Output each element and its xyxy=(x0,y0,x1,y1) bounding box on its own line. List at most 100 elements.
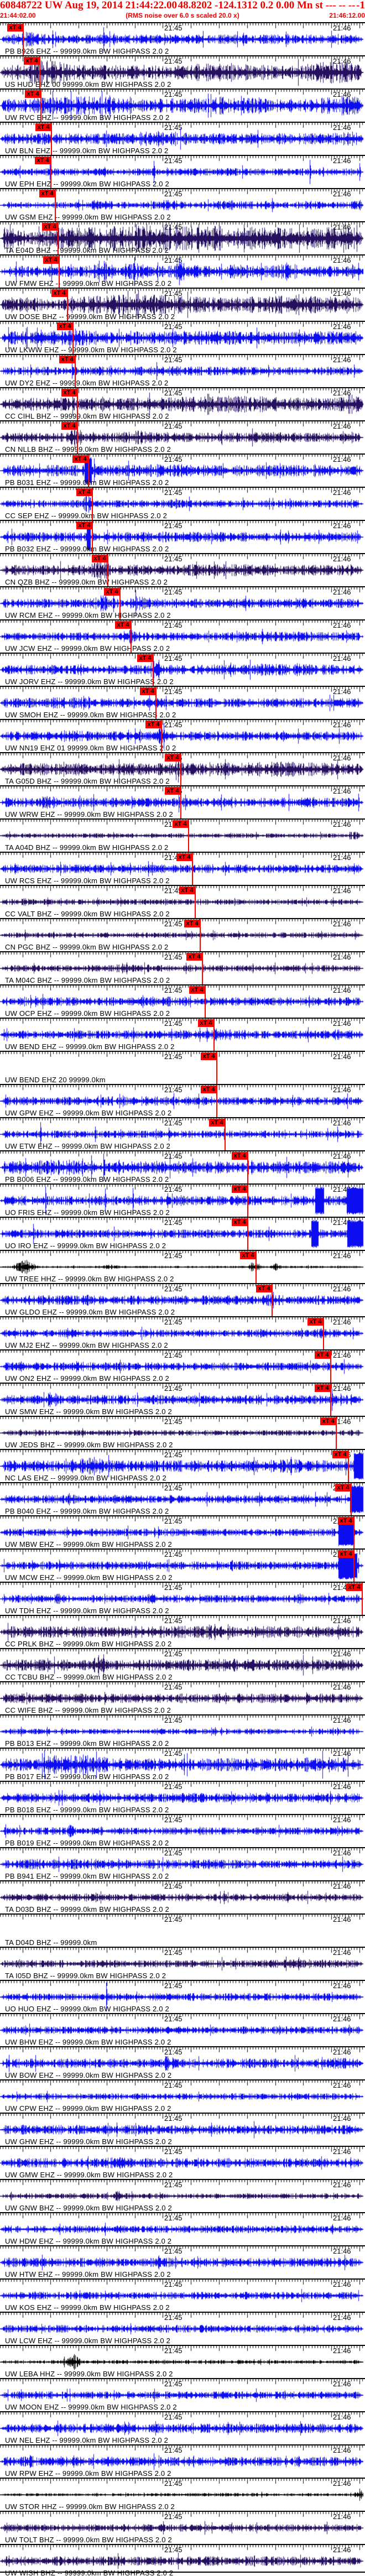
trace-station-label: TA E04D BHZ -- 99999.0km BW HIGHPASS 2.0… xyxy=(5,246,169,254)
pick-flag-badge[interactable]: xT 4 xyxy=(137,654,153,662)
pick-flag-badge[interactable]: xT 4 xyxy=(307,1318,324,1326)
pick-flag-badge[interactable]: xT 4 xyxy=(43,256,59,264)
pick-flag-badge[interactable]: xT 4 xyxy=(165,754,181,762)
pick-flag-badge[interactable]: xT 4 xyxy=(201,1052,217,1060)
trace-station-label: UW LKWW EHZ -- 99999.0km BW HIGHPASS 2.0… xyxy=(5,346,177,354)
trace-station-label: CN NLLB BHZ -- 99999.0km BW HIGHPASS 2.0… xyxy=(5,445,171,453)
trace-station-label: CC WIFE BHZ -- 99999.0km BW HIGHPASS 2.0… xyxy=(5,1706,171,1714)
trace-row: 21:4521:46PB B926 EHZ -- 99999.0km BW HI… xyxy=(0,22,365,55)
pick-flag-badge[interactable]: xT 4 xyxy=(256,1285,272,1292)
trace-station-label: UO IRO EHZ -- 99999.0km BW HIGHPASS 2.0 … xyxy=(5,1242,166,1250)
trace-station-label: UW TREE HHZ -- 99999.0km BW HIGHPASS 2.0… xyxy=(5,1275,174,1283)
pick-flag-badge[interactable]: xT 4 xyxy=(209,1119,225,1127)
trace-row: 21:4521:46UW RPW EHZ -- 99999.0km BW HIG… xyxy=(0,2444,365,2478)
pick-flag-badge[interactable]: xT 4 xyxy=(232,1185,248,1193)
trace-row: 21:4521:46PB B031 EHZ -- 99999.0km BW HI… xyxy=(0,453,365,487)
trace-row: 21:4521:46TA G05D BHZ -- 99999.0km BW HI… xyxy=(0,752,365,785)
trace-station-label: PB B031 EHZ -- 99999.0km BW HIGHPASS 2.0… xyxy=(5,478,169,487)
trace-row: 21:4521:46UW GSM EHZ -- 99999.0km BW HIG… xyxy=(0,188,365,221)
pick-flag-badge[interactable]: xT 4 xyxy=(59,356,75,363)
pick-flag-badge[interactable]: xT 4 xyxy=(145,721,161,728)
pick-flag-badge[interactable]: xT 4 xyxy=(176,853,192,861)
trace-station-label: TA A04D BHZ -- 99999.0km BW HIGHPASS 2.0… xyxy=(5,843,169,852)
pick-flag-badge[interactable]: xT 4 xyxy=(115,621,131,629)
pick-flag-badge[interactable]: xT 4 xyxy=(42,223,58,231)
trace-station-label: UW STOR HHZ -- 99999.0km BW HIGHPASS 2.0… xyxy=(5,2502,175,2511)
pick-flag-badge[interactable]: xT 4 xyxy=(184,920,200,927)
trace-row: 21:4521:46UW TOLT BHZ -- 99999.0km BW HI… xyxy=(0,2511,365,2544)
trace-station-label: UW LCW EHZ -- 99999.0km BW HIGHPASS 2.0 … xyxy=(5,2337,171,2345)
pick-flag-badge[interactable]: xT 4 xyxy=(198,1019,214,1027)
trace-row: 21:4521:46UW MJ2 EHZ -- 99999.0km BW HIG… xyxy=(0,1316,365,1349)
event-flag: -1 xyxy=(356,0,365,11)
pick-flag-badge[interactable]: xT 4 xyxy=(335,1484,351,1492)
pick-flag-badge[interactable]: xT 4 xyxy=(201,1086,217,1093)
pick-flag-badge[interactable]: xT 4 xyxy=(338,1550,354,1558)
pick-flag-badge[interactable]: xT 4 xyxy=(140,687,156,695)
trace-station-label: UW BOW EHZ -- 99999.0km BW HIGHPASS 2.0 … xyxy=(5,2071,172,2079)
trace-row: 21:4521:46UW ETW EHZ -- 99999.0km BW HIG… xyxy=(0,1117,365,1150)
trace-station-label: TA G05D BHZ -- 99999.0km BW HIGHPASS 2.0… xyxy=(5,777,170,785)
pick-flag-badge[interactable]: xT 4 xyxy=(72,455,88,463)
trace-row: 21:4521:46CC WIFE BHZ -- 99999.0km BW HI… xyxy=(0,1681,365,1714)
pick-flag-badge[interactable]: xT 4 xyxy=(232,1218,248,1226)
trace-row: 21:4521:46UO FRIS EHZ -- 99999.0km BW HI… xyxy=(0,1183,365,1217)
trace-row: 21:4521:46CC VALT BHZ -- 99999.0km BW HI… xyxy=(0,885,365,918)
trace-station-label: PB B019 EHZ -- 99999.0km BW HIGHPASS 2.0… xyxy=(5,1839,169,1847)
pick-flag-badge[interactable]: xT 4 xyxy=(25,90,41,98)
trace-row: 21:4521:46UW KOS EHZ -- 99999.0km BW HIG… xyxy=(0,2278,365,2312)
pick-flag-badge[interactable]: xT 4 xyxy=(104,588,120,596)
pick-flag-badge[interactable]: xT 4 xyxy=(179,887,195,894)
pick-flag-badge[interactable]: xT 4 xyxy=(338,1517,354,1525)
pick-flag-badge[interactable]: xT 4 xyxy=(76,488,92,496)
trace-row: 21:4521:46UW STOR HHZ -- 99999.0km BW HI… xyxy=(0,2478,365,2511)
pick-flag-badge[interactable]: xT 4 xyxy=(232,1152,248,1160)
pick-flag-badge[interactable]: xT 4 xyxy=(24,57,40,65)
trace-station-label: PB B040 EHZ -- 99999.0km BW HIGHPASS 2.0… xyxy=(5,1507,169,1515)
pick-flag-badge[interactable]: xT 4 xyxy=(332,1451,348,1458)
trace-row: 21:4521:46TA M04C BHZ -- 99999.0km BW HI… xyxy=(0,951,365,984)
pick-flag-badge[interactable]: xT 4 xyxy=(315,1351,331,1359)
pick-flag-badge[interactable]: xT 4 xyxy=(35,157,51,164)
trace-row: 21:4521:46UW RVC EHZ -- 99999.0km BW HIG… xyxy=(0,88,365,122)
pick-flag-badge[interactable]: xT 4 xyxy=(51,289,67,297)
trace-station-label: UW MBW EHZ -- 99999.0km BW HIGHPASS 2.0 … xyxy=(5,1540,172,1548)
pick-flag-badge[interactable]: xT 4 xyxy=(39,190,55,197)
trace-station-label: UW HTW EHZ -- 99999.0km BW HIGHPASS 2.0 … xyxy=(5,2270,171,2278)
trace-row: 21:4521:46PB B006 EHZ -- 99999.0km BW HI… xyxy=(0,1150,365,1183)
trace-station-label: UW LEBA HHZ -- 99999.0km BW HIGHPASS 2.0… xyxy=(5,2370,173,2378)
pick-flag-badge[interactable]: xT 4 xyxy=(186,953,202,961)
pick-flag-badge[interactable]: xT 4 xyxy=(165,787,181,795)
trace-station-label: UW GSM EHZ -- 99999.0km BW HIGHPASS 2.0 … xyxy=(5,213,171,221)
pick-flag-badge[interactable]: xT 4 xyxy=(61,422,77,430)
trace-station-label: UW ETW EHZ -- 99999.0km BW HIGHPASS 2.0 … xyxy=(5,1142,171,1150)
trace-station-label: CN PGC BHZ -- 99999.0km BW HIGHPASS 2.0 … xyxy=(5,943,169,951)
trace-station-label: UW BEND EHZ 20 99999.0km xyxy=(5,1076,106,1084)
trace-row: 21:4521:46UW BEND EHZ -- 99999.0km BW HI… xyxy=(0,1018,365,1051)
pick-flag-badge[interactable]: xT 4 xyxy=(7,24,23,32)
trace-station-label: PB B018 EHZ -- 99999.0km BW HIGHPASS 2.0… xyxy=(5,1806,169,1814)
trace-station-label: CC VALT BHZ -- 99999.0km BW HIGHPASS 2.0… xyxy=(5,910,170,918)
trace-row: 21:4521:46UW LKWW EHZ -- 99999.0km BW HI… xyxy=(0,321,365,354)
trace-row: 21:4521:46UW LEBA HHZ -- 99999.0km BW HI… xyxy=(0,2345,365,2378)
trace-row: 21:4521:46CN NLLB BHZ -- 99999.0km BW HI… xyxy=(0,420,365,453)
trace-station-label: PB B032 EHZ -- 99999.0km BW HIGHPASS 2.0… xyxy=(5,545,169,553)
trace-station-label: UW GMW EHZ -- 99999.0km BW HIGHPASS 2.0 … xyxy=(5,2171,173,2179)
pick-flag-badge[interactable]: xT 4 xyxy=(240,1252,256,1259)
trace-row: 21:4521:46UO IRO EHZ -- 99999.0km BW HIG… xyxy=(0,1217,365,1250)
trace-station-label: NC LAS EHZ -- 99999.0km BW HIGHPASS 2.0 … xyxy=(5,1474,166,1482)
pick-flag-badge[interactable]: xT 4 xyxy=(57,322,73,330)
pick-flag-badge[interactable]: xT 4 xyxy=(92,555,108,562)
pick-flag-badge[interactable]: xT 4 xyxy=(173,820,189,828)
trace-station-label: UW ON2 EHZ -- 99999.0km BW HIGHPASS 2.0 … xyxy=(5,1374,169,1383)
pick-flag-badge[interactable]: xT 4 xyxy=(346,1583,362,1591)
pick-flag-badge[interactable]: xT 4 xyxy=(320,1417,336,1425)
pick-flag-badge[interactable]: xT 4 xyxy=(189,986,205,994)
pick-flag-badge[interactable]: xT 4 xyxy=(35,123,51,131)
trace-station-label: UW SMW EHZ -- 99999.0km BW HIGHPASS 2.0 … xyxy=(5,1407,172,1416)
pick-flag-badge[interactable]: xT 4 xyxy=(61,389,77,397)
pick-flag-badge[interactable]: xT 4 xyxy=(315,1384,331,1392)
trace-station-label: UW TOLT BHZ -- 99999.0km BW HIGHPASS 2.0… xyxy=(5,2536,172,2544)
pick-flag-badge[interactable]: xT 4 xyxy=(76,522,92,529)
trace-row: 21:4521:46UW RCS EHZ -- 99999.0km BW HIG… xyxy=(0,852,365,885)
